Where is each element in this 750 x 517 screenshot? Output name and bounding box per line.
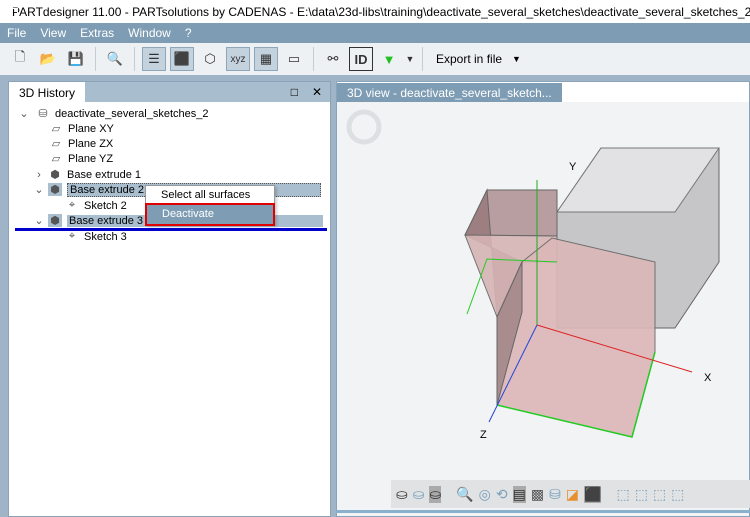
color-icon[interactable]: ▼ [377, 47, 401, 71]
tree-label: Sketch 3 [84, 230, 127, 243]
tree-label: deactivate_several_sketches_2 [55, 107, 209, 120]
view-top-icon[interactable]: ⬚ [635, 486, 648, 503]
plane-icon: ▱ [51, 153, 61, 165]
view-side-icon[interactable]: ⬚ [653, 486, 666, 503]
cylinder-shaded-icon[interactable]: ⛀ [413, 486, 425, 503]
tree-item-plane-yz[interactable]: ▱ Plane YZ [49, 151, 113, 166]
tree-item-plane-xy[interactable]: ▱ Plane XY [49, 121, 114, 136]
rotate-icon[interactable]: ⟲ [496, 486, 508, 503]
zoom-fit-icon[interactable]: ◎ [479, 486, 491, 503]
mesh-icon[interactable]: ▩ [531, 486, 544, 503]
id-icon[interactable]: ID [349, 47, 373, 71]
menu-item-deactivate[interactable]: Deactivate [145, 203, 275, 226]
part-icon[interactable]: ⬛ [170, 47, 194, 71]
xyz-icon[interactable]: xyz [226, 47, 250, 71]
plane-icon: ▱ [51, 138, 61, 150]
tab-3d-history[interactable]: 3D History [9, 82, 86, 102]
view-front-icon[interactable]: ⬚ [616, 486, 629, 503]
chevron-right-icon[interactable]: › [33, 169, 45, 181]
close-icon[interactable]: ✕ [312, 85, 322, 99]
tree-item-root[interactable]: ⌄ ⛁ deactivate_several_sketches_2 [17, 106, 208, 121]
tree-view-icon[interactable]: ☰ [142, 47, 166, 71]
tree-label: Base extrude 1 [67, 168, 141, 181]
maximize-icon[interactable]: □ [291, 85, 298, 99]
view-table-icon[interactable]: ▤ [512, 485, 526, 503]
section-icon[interactable]: ◪ [566, 486, 579, 503]
table-icon[interactable]: ▦ [254, 47, 278, 71]
export-button[interactable]: Export in file ▼ [430, 52, 521, 66]
box-shaded-icon[interactable]: ⬛ [584, 485, 602, 503]
dimension-icon[interactable]: ⛁ [549, 486, 561, 503]
history-tree: ⌄ ⛁ deactivate_several_sketches_2 ▱ Plane X… [9, 102, 330, 243]
context-menu: Select all surfaces Deactivate [145, 185, 275, 226]
toolbar: 🗋 📂 💾 🔍 ☰ ⬛ ⬡ xyz ▦ ▭ ⚯ ID ▼ ▼ Export in… [0, 43, 750, 75]
tree-label: Plane YZ [68, 152, 114, 165]
chevron-down-icon[interactable]: ⌄ [33, 183, 45, 196]
menu-window[interactable]: Window [121, 26, 178, 40]
chevron-down-icon[interactable]: ⌄ [17, 107, 31, 120]
history-panel: 3D History □ ✕ ⌄ ⛁ deactivate_several_sketc… [8, 81, 331, 517]
chevron-down-icon: ▼ [512, 54, 521, 64]
plane-icon: ▱ [51, 123, 61, 135]
menu-view[interactable]: View [33, 26, 73, 40]
sketch-icon: ⌖ [68, 199, 76, 211]
save-icon[interactable]: 💾 [64, 47, 88, 71]
tree-item-sketch-3[interactable]: ⌖ Sketch 3 [65, 229, 127, 244]
window-title: PARTdesigner 11.00 - PARTsolutions by CA… [12, 4, 750, 19]
3d-viewport[interactable]: Y X Z [337, 102, 750, 497]
zoom-icon[interactable]: 🔍 [456, 486, 473, 503]
new-icon[interactable]: 🗋 [8, 47, 32, 71]
variable-icon[interactable]: ▭ [282, 47, 306, 71]
glasses-icon[interactable]: ⚯ [321, 47, 345, 71]
sketch-icon[interactable]: ⬡ [198, 47, 222, 71]
tree-item-base-extrude-1[interactable]: › ⬢ Base extrude 1 [33, 167, 141, 182]
export-label: Export in file [436, 52, 503, 66]
menu-bar: File View Extras Window ? [0, 23, 750, 43]
3d-view-panel: 3D view - deactivate_several_sketch... Y… [336, 81, 750, 517]
extrude-icon: ⬢ [48, 214, 62, 227]
axis-label-y: Y [569, 161, 577, 173]
cylinder-dark-icon[interactable]: ⛀ [429, 485, 442, 503]
menu-extras[interactable]: Extras [73, 26, 121, 40]
part-icon: ⛁ [38, 108, 48, 120]
menu-help[interactable]: ? [178, 26, 199, 40]
tree-label: Sketch 2 [84, 199, 127, 212]
tab-3d-view[interactable]: 3D view - deactivate_several_sketch... [337, 83, 562, 102]
cylinder-wire-icon[interactable]: ⛀ [396, 486, 408, 503]
rotate-icon[interactable] [346, 109, 382, 145]
tree-item-plane-zx[interactable]: ▱ Plane ZX [49, 136, 113, 151]
axis-label-x: X [704, 372, 712, 384]
view-iso-icon[interactable]: ⬚ [671, 486, 684, 503]
menu-file[interactable]: File [0, 26, 33, 40]
extrude-icon: ⬢ [48, 183, 62, 196]
drop-indicator-line [15, 228, 327, 231]
search-icon[interactable]: 🔍 [103, 47, 127, 71]
title-bar: PARTdesigner 11.00 - PARTsolutions by CA… [0, 0, 750, 23]
menu-item-select-all-surfaces[interactable]: Select all surfaces [146, 186, 274, 205]
open-icon[interactable]: 📂 [36, 47, 60, 71]
tree-label: Plane XY [68, 122, 114, 135]
status-line [336, 510, 750, 513]
chevron-down-icon[interactable]: ⌄ [33, 214, 45, 227]
axis-label-z: Z [480, 429, 487, 441]
tree-item-sketch-2[interactable]: ⌖ Sketch 2 [65, 198, 127, 213]
tree-label: Plane ZX [68, 137, 114, 150]
extrude-icon: ⬢ [50, 169, 60, 181]
chevron-down-icon[interactable]: ▼ [405, 47, 415, 71]
view-toolbar: ⛀ ⛀ ⛀ 🔍 ◎ ⟲ ▤ ▩ ⛁ ◪ ⬛ ⬚ ⬚ ⬚ ⬚ [391, 480, 750, 508]
sketch-icon: ⌖ [68, 230, 76, 242]
